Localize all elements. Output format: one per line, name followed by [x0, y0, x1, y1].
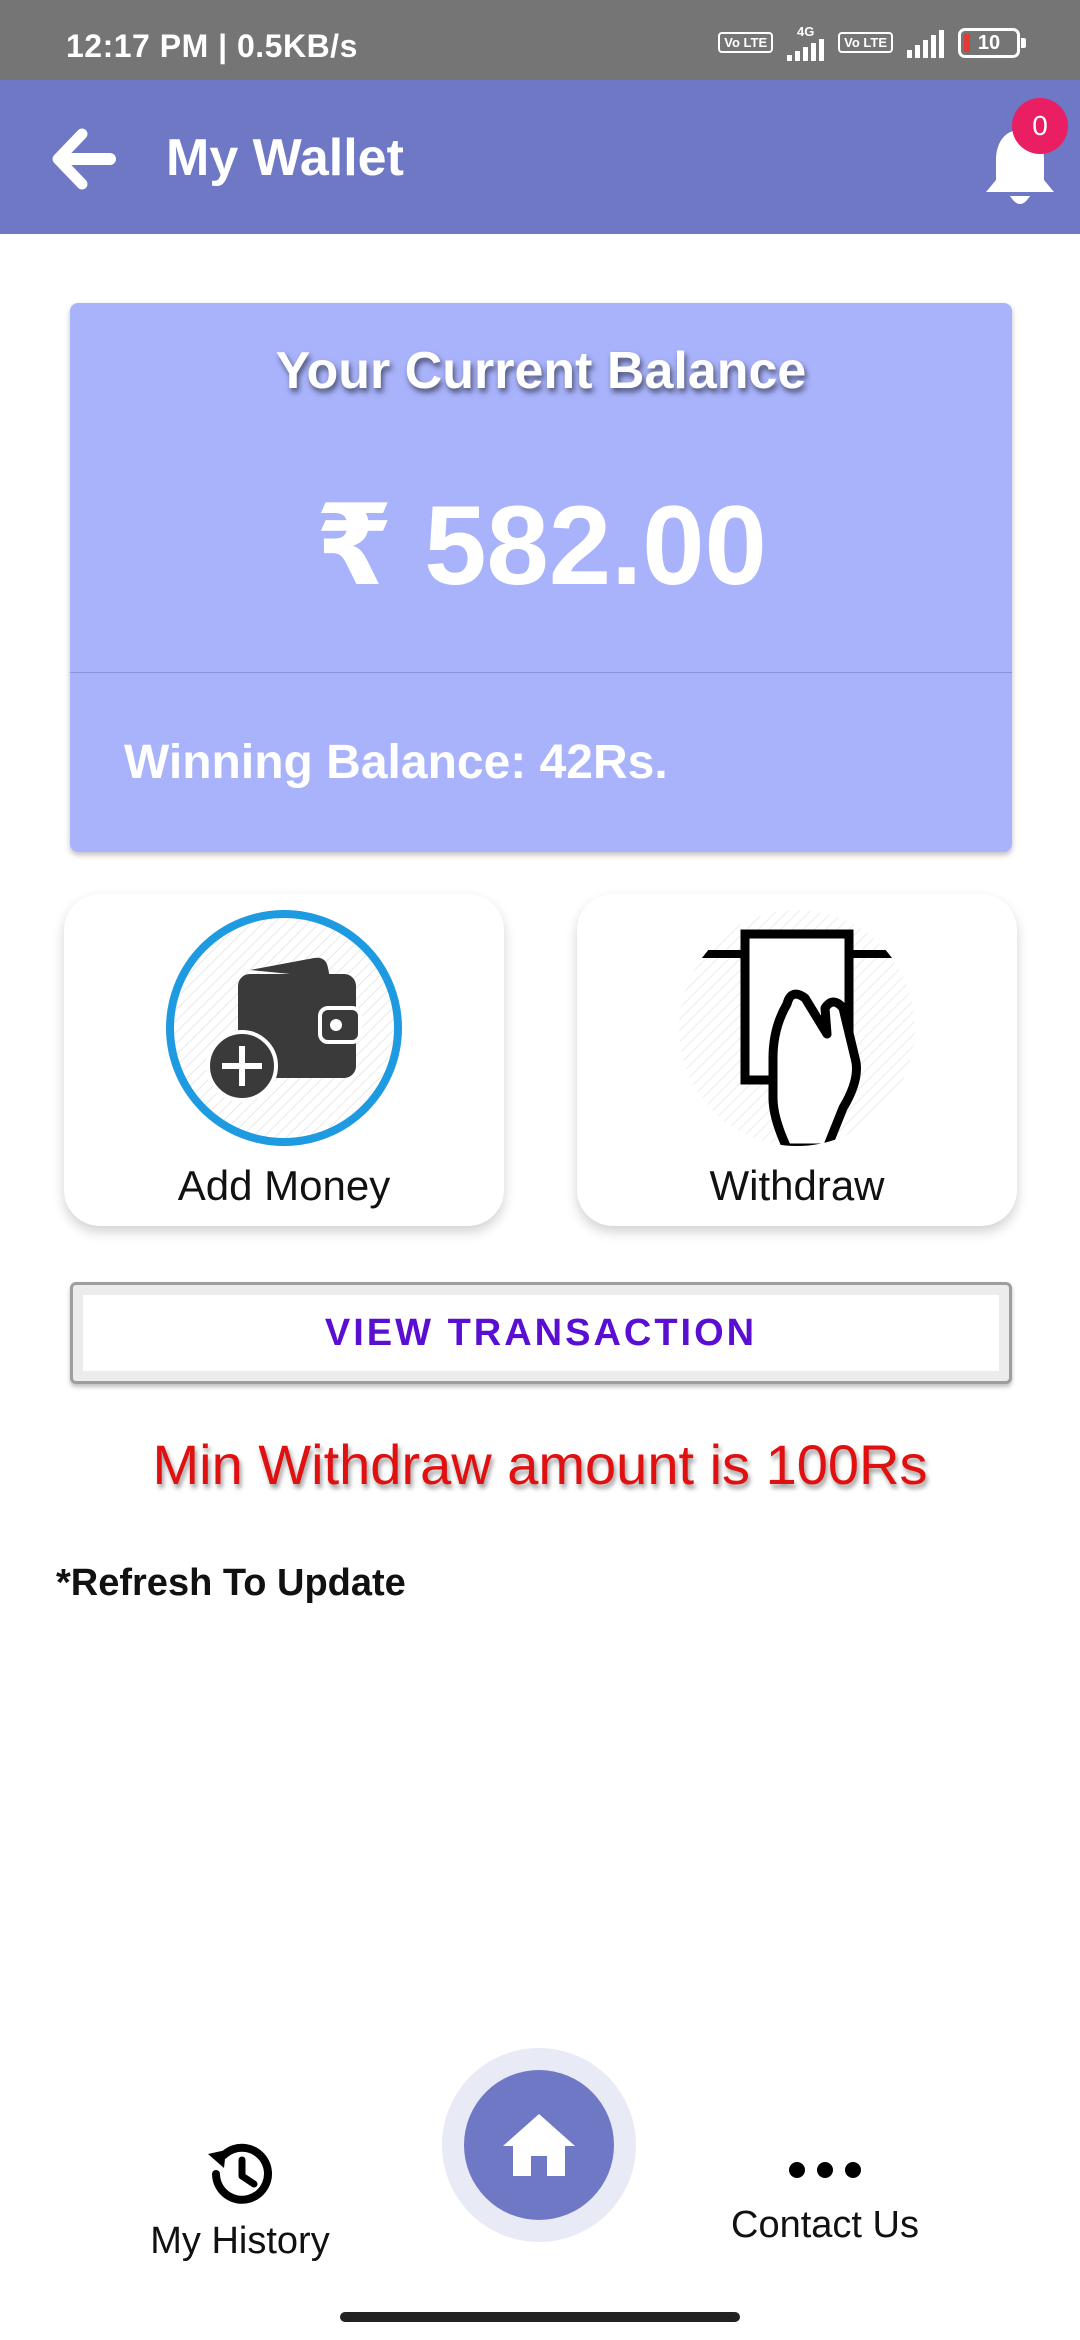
history-icon — [208, 2143, 272, 2204]
battery-icon: 10 — [958, 27, 1026, 58]
status-time: 12:17 PM | 0.5KB/s — [66, 28, 358, 64]
notification-badge: 0 — [1012, 98, 1068, 154]
withdraw-button[interactable]: Withdraw — [577, 894, 1017, 1226]
withdraw-label: Withdraw — [709, 1162, 885, 1209]
status-icons: Vo LTE 4G Vo LTE 10 — [718, 24, 1026, 61]
back-button[interactable] — [48, 124, 118, 194]
add-money-label: Add Money — [177, 1162, 391, 1209]
refresh-note: *Refresh To Update — [56, 1562, 406, 1604]
balance-amount: ₹ 582.00 — [315, 483, 767, 608]
page-title: My Wallet — [166, 129, 404, 187]
arrow-left-icon — [52, 128, 116, 190]
nav-contact-us[interactable]: Contact Us — [720, 2150, 930, 2247]
home-button[interactable] — [442, 2048, 636, 2242]
network-type-label: 4G — [796, 24, 815, 39]
wallet-plus-icon — [166, 910, 402, 1146]
volte-icon-2: Vo LTE — [838, 32, 893, 53]
winning-balance: Winning Balance: 42Rs. — [124, 736, 668, 789]
volte-icon: Vo LTE — [718, 32, 774, 53]
divider — [70, 672, 1012, 673]
home-button-inner — [464, 2070, 614, 2220]
nav-my-history[interactable]: My History — [140, 2134, 340, 2263]
gesture-bar — [340, 2312, 740, 2322]
app-bar: My Wallet 0 — [0, 80, 1080, 234]
nav-contact-us-label: Contact Us — [731, 2204, 919, 2246]
add-money-button[interactable]: Add Money — [64, 894, 504, 1226]
balance-card: Your Current Balance ₹ 582.00 Winning Ba… — [70, 303, 1012, 852]
min-withdraw-note: Min Withdraw amount is 100Rs — [152, 1433, 928, 1496]
home-icon — [503, 2114, 575, 2176]
view-transaction-button[interactable]: VIEW TRANSACTION — [70, 1282, 1012, 1384]
more-dots-icon — [789, 2162, 861, 2178]
signal-icon-2 — [907, 28, 944, 58]
network-type: 4G — [787, 24, 825, 61]
cash-withdraw-icon — [679, 910, 915, 1146]
status-bar: 12:17 PM | 0.5KB/s Vo LTE 4G Vo LTE 10 — [0, 0, 1080, 80]
nav-my-history-label: My History — [150, 2220, 330, 2262]
signal-icon — [787, 39, 825, 61]
view-transaction-label: VIEW TRANSACTION — [83, 1295, 999, 1371]
balance-title: Your Current Balance — [275, 342, 807, 400]
